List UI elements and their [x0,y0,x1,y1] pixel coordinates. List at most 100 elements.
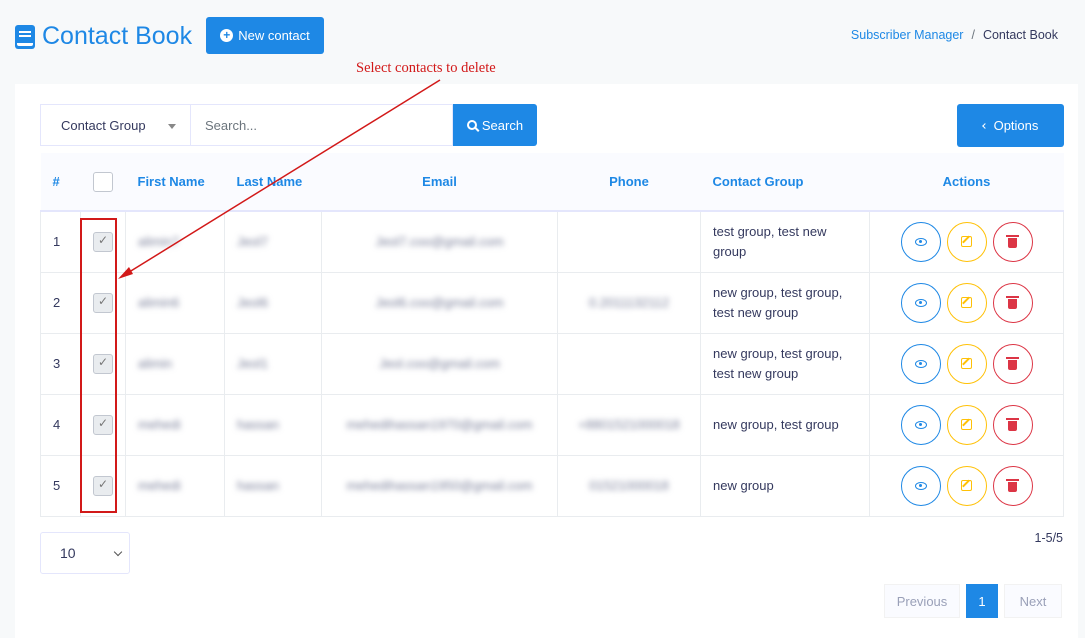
contact-group-cell: new group, test group, test new group [700,332,870,395]
email-cell: Jeol.coo@gmail.com [321,332,558,395]
first-name-cell: alimin7 [125,210,225,273]
actions-cell [869,454,1064,517]
header-select-all [80,153,126,212]
trash-icon [1006,234,1019,248]
edit-button[interactable] [946,343,987,384]
header-last-name[interactable]: Last Name [224,153,322,212]
search-button-label: Search [481,117,524,133]
last-name-cell: hassan [224,454,322,517]
row-actions [882,282,1051,323]
row-num: 1 [40,210,81,273]
header-num: # [40,153,81,212]
delete-button[interactable] [992,221,1033,262]
email-cell: mehedihassan1970@gmail.com [321,393,558,456]
edit-icon [961,419,972,430]
view-button[interactable] [900,404,941,445]
header-phone[interactable]: Phone [557,153,701,212]
trash-icon [1006,417,1019,431]
eye-icon [914,420,927,429]
view-button[interactable] [900,221,941,262]
checkbox-highlight-box [80,218,117,513]
options-button[interactable]: Options [957,104,1064,147]
edit-button[interactable] [946,221,987,262]
new-contact-button[interactable]: + New contact [206,17,324,54]
edit-icon [961,480,972,491]
header-email[interactable]: Email [321,153,558,212]
view-button[interactable] [900,343,941,384]
breadcrumb-separator: / [971,28,975,42]
page-size-value: 10 [60,545,76,561]
caret-down-icon [168,124,176,129]
table-header-row: # First Name Last Name Email Phone Conta… [40,153,1064,212]
header-actions: Actions [869,153,1064,212]
options-button-label: Options [993,118,1039,133]
contact-group-cell: test group, test new group [700,210,870,273]
email-cell: Jeol7.coo@gmail.com [321,210,558,273]
previous-page-button[interactable]: Previous [884,584,960,618]
table-row: 4 mehedi hassan mehedihassan1970@gmail.c… [40,393,1064,456]
row-num: 2 [40,271,81,334]
new-contact-label: New contact [238,28,310,43]
page-size-select[interactable]: 10 [40,532,130,574]
first-name-cell: mehedi [125,454,225,517]
actions-cell [869,271,1064,334]
contacts-table: # First Name Last Name Email Phone Conta… [40,153,1064,517]
view-button[interactable] [900,465,941,506]
chevron-left-icon [981,122,988,129]
phone-cell: 0.2011132112 [557,271,701,334]
edit-button[interactable] [946,404,987,445]
contact-group-select[interactable]: Contact Group [40,104,190,146]
actions-cell [869,332,1064,395]
contact-group-select-label: Contact Group [61,117,146,133]
row-num: 5 [40,454,81,517]
breadcrumb-current: Contact Book [982,28,1058,42]
row-actions [882,404,1051,445]
view-button[interactable] [900,282,941,323]
select-all-checkbox[interactable] [93,171,113,192]
result-range: 1-5/5 [1034,531,1064,545]
edit-icon [961,297,972,308]
delete-button[interactable] [992,404,1033,445]
contact-group-cell: new group, test group [700,393,870,456]
search-icon [466,120,477,130]
eye-icon [914,237,927,246]
table-row: 3 alimin Jeol1 Jeol.coo@gmail.com new gr… [40,332,1064,395]
row-num: 4 [40,393,81,456]
header-first-name[interactable]: First Name [125,153,225,212]
contact-group-cell: new group [700,454,870,517]
annotation-text: Select contacts to delete [356,60,496,76]
trash-icon [1006,295,1019,309]
email-cell: mehedihassan1950@gmail.com [321,454,558,517]
last-name-cell: Jeol7 [224,210,322,273]
row-actions [882,465,1051,506]
book-icon [15,24,35,49]
table-row: 2 alimin6 Jeol6 Jeol6.coo@gmail.com 0.20… [40,271,1064,334]
row-actions [882,221,1051,262]
delete-button[interactable] [992,282,1033,323]
last-name-cell: Jeol6 [224,271,322,334]
search-input[interactable] [190,104,453,146]
last-name-cell: Jeol1 [224,332,322,395]
page-1-button[interactable]: 1 [966,584,998,618]
edit-button[interactable] [946,282,987,323]
edit-icon [961,236,972,248]
plus-circle-icon: + [220,29,234,42]
phone-cell [557,210,701,273]
edit-button[interactable] [946,465,987,506]
delete-button[interactable] [992,465,1033,506]
row-actions [882,343,1051,384]
delete-button[interactable] [992,343,1033,384]
eye-icon [914,359,927,368]
first-name-cell: alimin6 [125,271,225,334]
contact-group-cell: new group, test group, test new group [700,271,870,334]
next-page-button[interactable]: Next [1004,584,1062,618]
search-button[interactable]: Search [453,104,537,146]
trash-icon [1006,478,1019,492]
breadcrumb-link-subscriber-manager[interactable]: Subscriber Manager [851,28,964,42]
row-num: 3 [40,332,81,395]
header-contact-group[interactable]: Contact Group [700,153,870,212]
breadcrumb: Subscriber Manager / Contact Book [851,28,1058,42]
table-row: 1 alimin7 Jeol7 Jeol7.coo@gmail.com test… [40,210,1064,273]
phone-cell [557,332,701,395]
phone-cell: +8801521000018 [557,393,701,456]
